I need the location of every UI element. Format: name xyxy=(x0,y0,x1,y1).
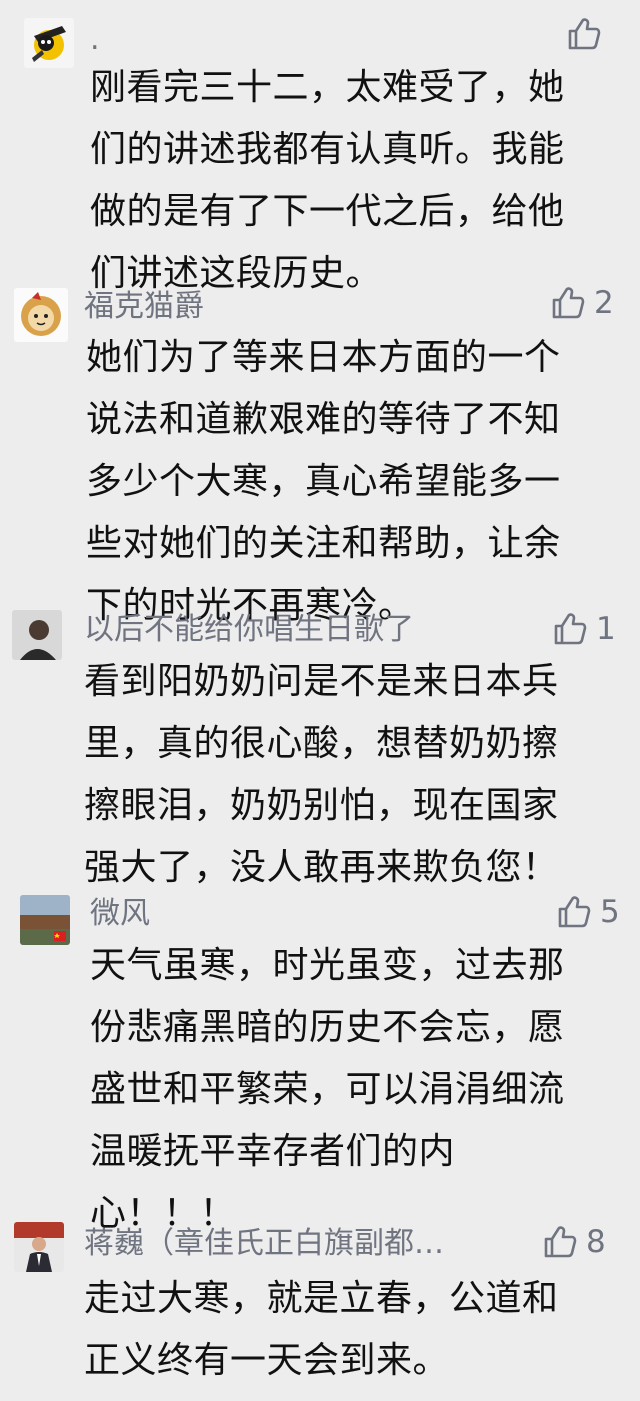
comment-line: 们的讲述我都有认真听。我能 xyxy=(90,129,565,170)
avatar[interactable] xyxy=(14,1222,64,1272)
comment-line: 些对她们的关注和帮助，让余 xyxy=(86,523,561,564)
comment-line: 天气虽寒，时光虽变，过去那 xyxy=(90,945,565,986)
black-cat-ninja-avatar-icon xyxy=(24,18,74,68)
comment-line: 温暖抚平幸存者们的内 xyxy=(90,1131,456,1172)
avatar[interactable] xyxy=(14,288,68,342)
man-portrait-avatar-icon xyxy=(12,610,62,660)
man-in-suit-avatar-icon xyxy=(14,1222,64,1272)
comment-line: 做的是有了下一代之后，给他 xyxy=(90,191,565,232)
comment-line: 里，真的很心酸，想替奶奶擦 xyxy=(84,723,559,764)
like-count: 5 xyxy=(600,894,620,930)
comment-author[interactable]: . xyxy=(90,20,100,60)
like-button[interactable] xyxy=(566,14,602,54)
comment-author[interactable]: 微风 xyxy=(90,894,150,934)
lion-cartoon-avatar-icon xyxy=(14,288,68,342)
thumbs-up-icon xyxy=(568,18,601,50)
like-button[interactable]: 8 xyxy=(542,1222,606,1262)
comment-body: 走过大寒，就是立春，公道和 正义终有一天会到来。 xyxy=(84,1268,559,1392)
avatar[interactable] xyxy=(24,18,74,68)
comment-body: 她们为了等来日本方面的一个 说法和道歉艰难的等待了不知 多少个大寒，真心希望能多… xyxy=(86,327,561,637)
comment-body: 刚看完三十二，太难受了，她 们的讲述我都有认真听。我能 做的是有了下一代之后，给… xyxy=(90,57,565,305)
avatar[interactable] xyxy=(12,610,62,660)
comment-line: 说法和道歉艰难的等待了不知 xyxy=(86,399,561,440)
like-count: 1 xyxy=(596,611,616,647)
comment-line: 多少个大寒，真心希望能多一 xyxy=(86,461,561,502)
thumbs-up-icon xyxy=(552,287,585,319)
comment-line: 看到阳奶奶问是不是来日本兵 xyxy=(84,661,559,702)
like-count: 8 xyxy=(586,1224,606,1260)
like-button[interactable]: 1 xyxy=(552,609,616,649)
like-button[interactable]: 5 xyxy=(556,892,620,932)
comment-line: 擦眼泪，奶奶别怕，现在国家 xyxy=(84,785,559,826)
thumbs-up-icon xyxy=(544,1226,577,1258)
comment-line: 份悲痛黑暗的历史不会忘，愿 xyxy=(90,1007,565,1048)
outdoor-photo-avatar-icon xyxy=(20,895,70,945)
comment-author[interactable]: 以后不能给你唱生日歌了 xyxy=(84,610,414,650)
comment-line: 正义终有一天会到来。 xyxy=(84,1340,450,1381)
comment-body: 看到阳奶奶问是不是来日本兵 里，真的很心酸，想替奶奶擦 擦眼泪，奶奶别怕，现在国… xyxy=(84,651,559,899)
comment-line: 她们为了等来日本方面的一个 xyxy=(86,337,561,378)
comment-author[interactable]: 蒋巍（章佳氏正白旗副都… xyxy=(84,1224,444,1264)
thumbs-up-icon xyxy=(554,613,587,645)
thumbs-up-icon xyxy=(558,896,591,928)
comment-body: 天气虽寒，时光虽变，过去那 份悲痛黑暗的历史不会忘，愿 盛世和平繁荣，可以涓涓细… xyxy=(90,935,565,1245)
comment-line: 刚看完三十二，太难受了，她 xyxy=(90,67,565,108)
comment-line: 强大了，没人敢再来欺负您！ xyxy=(84,847,559,888)
like-button[interactable]: 2 xyxy=(550,283,614,323)
comment-line: 走过大寒，就是立春，公道和 xyxy=(84,1278,559,1319)
comment-author[interactable]: 福克猫爵 xyxy=(84,287,204,327)
like-count: 2 xyxy=(594,285,614,321)
comment-line: 盛世和平繁荣，可以涓涓细流 xyxy=(90,1069,565,1110)
avatar[interactable] xyxy=(20,895,70,945)
